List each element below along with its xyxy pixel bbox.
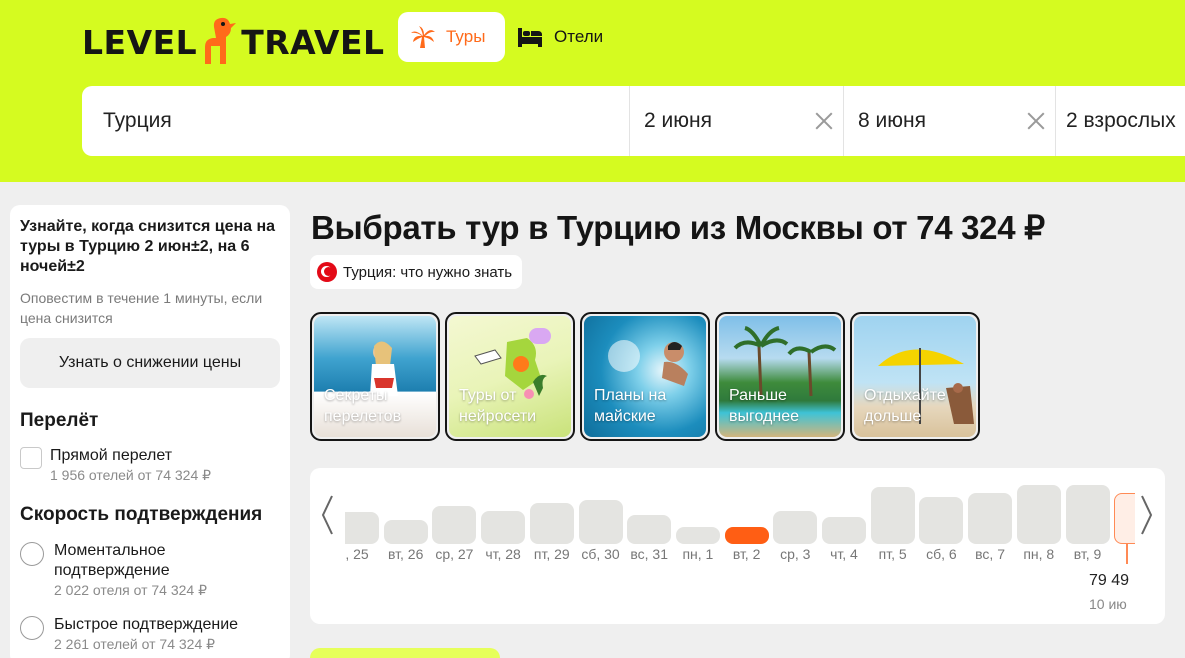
price-alert-subtitle: Оповестим в течение 1 минуты, если цена … (20, 290, 263, 326)
calendar-day-label: вт, 9 (1073, 546, 1102, 562)
tab-hotels[interactable]: Отели (514, 12, 624, 62)
flight-section-title: Перелёт (20, 410, 99, 431)
story-card[interactable]: Секреты перелетов (310, 312, 440, 441)
filter-label: Моментальное подтверждение (54, 542, 170, 579)
calendar-day-label: сб, 6 (926, 546, 957, 562)
calendar-day-label: вт, 26 (388, 546, 424, 562)
calendar-day-label: вт, 2 (732, 546, 761, 562)
story-caption: Секреты перелетов (324, 387, 402, 425)
site-header: LEVEL TRAVEL Туры Отели Турция 2 июня 8 … (0, 0, 1185, 182)
calendar-day-label: вс, 31 (630, 546, 668, 562)
tab-tours-label: Туры (446, 27, 486, 46)
price-calendar: , 25 вт, 26 ср, 27 чт, 28 пт, 29 сб, 30 вс, 31… (310, 468, 1165, 624)
country-info-chip[interactable]: Турция: что нужно знать (310, 255, 523, 289)
calendar-day-label: пн, 1 (682, 546, 714, 562)
page-title: Выбрать тур в Турцию из Москвы от 74 324… (311, 209, 1045, 246)
clear-date-from-icon[interactable] (815, 112, 833, 130)
filter-label: Быстрое подтверждение (54, 616, 239, 633)
calendar-day-bar[interactable] (675, 527, 720, 544)
calendar-day-bar[interactable] (627, 515, 672, 544)
calendar-day-bar[interactable] (1114, 493, 1135, 544)
logo-text-right: TRAVEL (241, 23, 385, 62)
story-caption: Планы на майские (594, 387, 667, 425)
filter-instant-confirmation[interactable]: Моментальное подтверждение 2 022 отеля о… (20, 541, 280, 599)
fast-confirmation-radio[interactable] (20, 616, 44, 640)
calendar-day-bar[interactable] (383, 520, 428, 544)
turkey-flag-icon (317, 262, 337, 282)
tab-tours[interactable]: Туры (398, 12, 505, 62)
bottom-banner (310, 648, 500, 658)
story-card[interactable]: Туры от нейросети (445, 312, 575, 441)
price-alert-title: Узнайте, когда снизится цена на туры в Т… (20, 218, 276, 275)
hover-price: 79 49 (1089, 572, 1130, 589)
calendar-day-bar[interactable] (1065, 485, 1110, 544)
search-bar: Турция 2 июня 8 июня 2 взрослых (82, 86, 1185, 156)
bed-icon (518, 28, 542, 47)
calendar-day-bar[interactable] (773, 511, 818, 544)
filter-direct-flight[interactable]: Прямой перелет 1 956 отелей от 74 324 ₽ (20, 446, 280, 484)
calendar-day-bar[interactable] (968, 493, 1013, 544)
calendar-day-label: пн, 8 (1023, 546, 1055, 562)
calendar-day-bar[interactable] (822, 517, 866, 544)
calendar-day-label: ср, 27 (435, 546, 474, 562)
filter-fast-confirmation[interactable]: Быстрое подтверждение 2 261 отелей от 74… (20, 615, 280, 653)
story-card[interactable]: Планы на майские (580, 312, 710, 441)
story-caption: Отдыхайте дольше (864, 387, 946, 425)
date-from-field[interactable]: 2 июня (630, 86, 844, 156)
hover-date: 10 ию (1089, 596, 1127, 612)
instant-confirmation-radio[interactable] (20, 542, 44, 566)
calendar-day-bar[interactable] (919, 497, 964, 544)
destination-value: Турция (103, 109, 172, 132)
calendar-day-selected[interactable] (724, 527, 769, 544)
filter-count: 1 956 отелей от 74 324 ₽ (50, 467, 212, 483)
logo-bird-icon (205, 17, 237, 64)
story-caption: Туры от нейросети (459, 387, 537, 425)
palm-icon (411, 26, 435, 48)
calendar-day-label: ср, 3 (780, 546, 811, 562)
calendar-day-bar[interactable] (1016, 485, 1061, 544)
direct-flight-checkbox[interactable] (20, 447, 42, 469)
destination-field[interactable]: Турция (82, 86, 630, 156)
country-info-label: Турция: что нужно знать (343, 263, 513, 281)
guests-field[interactable]: 2 взрослых (1056, 86, 1185, 156)
calendar-day-bar[interactable] (481, 511, 526, 544)
filter-label: Прямой перелет (50, 447, 173, 464)
filter-count: 2 261 отелей от 74 324 ₽ (54, 636, 216, 652)
story-card[interactable]: Отдыхайте дольше (850, 312, 980, 441)
chevron-right-icon[interactable] (1140, 494, 1154, 536)
story-caption: Раньше выгоднее (729, 387, 799, 425)
price-alert-button[interactable]: Узнать о снижении цены (20, 338, 280, 388)
calendar-day-label: чт, 28 (485, 546, 521, 562)
calendar-day-label: чт, 4 (830, 546, 858, 562)
logo[interactable]: LEVEL TRAVEL (82, 14, 385, 64)
calendar-days: , 25 вт, 26 ср, 27 чт, 28 пт, 29 сб, 30 вс, 31… (345, 468, 1135, 624)
confirmation-section-title: Скорость подтверждения (20, 504, 263, 525)
calendar-day-label: пт, 5 (878, 546, 907, 562)
date-from-value: 2 июня (644, 109, 712, 132)
guests-value: 2 взрослых (1066, 109, 1176, 132)
calendar-day-bar[interactable] (432, 506, 477, 544)
logo-text-left: LEVEL (82, 23, 198, 62)
chevron-left-icon[interactable] (320, 494, 334, 536)
date-to-field[interactable]: 8 июня (844, 86, 1056, 156)
calendar-day-bar[interactable] (345, 512, 379, 544)
calendar-day-bar[interactable] (578, 500, 623, 544)
filter-count: 2 022 отеля от 74 324 ₽ (54, 582, 208, 598)
price-pointer-line (1126, 544, 1128, 564)
date-to-value: 8 июня (858, 109, 926, 132)
filters-sidebar: Узнайте, когда снизится цена на туры в Т… (10, 205, 290, 658)
clear-date-to-icon[interactable] (1027, 112, 1045, 130)
calendar-day-label: сб, 30 (581, 546, 620, 562)
calendar-day-bar[interactable] (870, 487, 915, 544)
calendar-day-label: пт, 29 (533, 546, 570, 562)
calendar-day-label: , 25 (345, 546, 369, 562)
story-card[interactable]: Раньше выгоднее (715, 312, 845, 441)
calendar-day-label: вс, 7 (975, 546, 1006, 562)
calendar-day-bar[interactable] (529, 503, 574, 544)
tab-hotels-label: Отели (554, 27, 604, 46)
